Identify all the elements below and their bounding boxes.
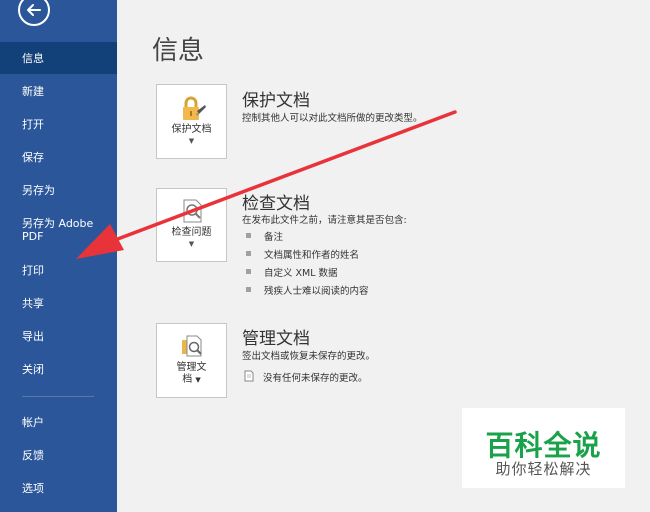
bullet-icon — [246, 233, 251, 238]
check-for-issues-button[interactable]: 检查问题 ▼ — [156, 188, 227, 262]
manage-document-icon — [182, 335, 202, 357]
nav-options[interactable]: 选项 — [0, 482, 117, 495]
section-desc-inspect: 在发布此文件之前，请注意其是否包含: — [242, 215, 407, 226]
watermark-logo: 百科全说 助你轻松解决 — [462, 408, 625, 488]
nav-export[interactable]: 导出 — [0, 330, 117, 343]
list-item: 备注 — [264, 232, 284, 243]
bullet-icon — [246, 287, 251, 292]
section-desc-protect: 控制其他人可以对此文档所做的更改类型。 — [242, 113, 423, 124]
nav-feedback[interactable]: 反馈 — [0, 449, 117, 462]
watermark-subtitle: 助你轻松解决 — [495, 460, 592, 478]
protect-document-button[interactable]: 保护文档 ▼ — [156, 84, 227, 159]
nav-separator — [22, 396, 94, 397]
backstage-sidebar: 信息 新建 打开 保存 另存为 另存为 Adobe PDF 打印 共享 导出 关… — [0, 0, 117, 512]
chevron-down-icon: ▼ — [188, 137, 195, 145]
nav-share[interactable]: 共享 — [0, 297, 117, 310]
tile-label-line1: 管理文 — [176, 362, 207, 373]
inspect-document-icon — [183, 199, 202, 223]
nav-open[interactable]: 打开 — [0, 118, 117, 131]
arrow-left-icon — [27, 4, 41, 16]
nav-save-as-pdf[interactable]: 另存为 Adobe PDF — [0, 217, 100, 243]
section-title-manage: 管理文档 — [242, 329, 310, 349]
tile-label-line2: 档 ▼ — [157, 374, 226, 386]
list-item: 自定义 XML 数据 — [264, 268, 338, 279]
lock-icon — [183, 96, 206, 120]
section-title-protect: 保护文档 — [242, 91, 310, 111]
tile-label: 检查问题 — [171, 227, 212, 238]
bullet-icon — [246, 269, 251, 274]
tile-label-text: 档 — [182, 374, 193, 385]
nav-new[interactable]: 新建 — [0, 85, 117, 98]
manage-document-button[interactable]: 管理文 档 ▼ — [156, 323, 227, 398]
tile-label: 保护文档 — [171, 124, 212, 135]
bullet-icon — [246, 251, 251, 256]
section-title-inspect: 检查文档 — [242, 194, 310, 214]
list-item: 文档属性和作者的姓名 — [264, 250, 360, 261]
nav-print[interactable]: 打印 — [0, 264, 117, 277]
chevron-down-icon: ▼ — [188, 240, 195, 248]
document-icon — [244, 370, 254, 382]
nav-account[interactable]: 帐户 — [0, 416, 117, 429]
unsaved-changes-status: 没有任何未保存的更改。 — [263, 373, 368, 384]
section-desc-manage: 签出文档或恢复未保存的更改。 — [242, 351, 376, 362]
nav-info[interactable]: 信息 — [0, 42, 117, 74]
chevron-down-icon: ▼ — [195, 376, 201, 384]
nav-save-as[interactable]: 另存为 — [0, 184, 117, 197]
list-item: 残疾人士难以阅读的内容 — [264, 286, 369, 297]
back-button[interactable] — [18, 0, 50, 26]
nav-save[interactable]: 保存 — [0, 151, 117, 164]
page-title: 信息 — [152, 36, 205, 66]
nav-close[interactable]: 关闭 — [0, 363, 117, 376]
